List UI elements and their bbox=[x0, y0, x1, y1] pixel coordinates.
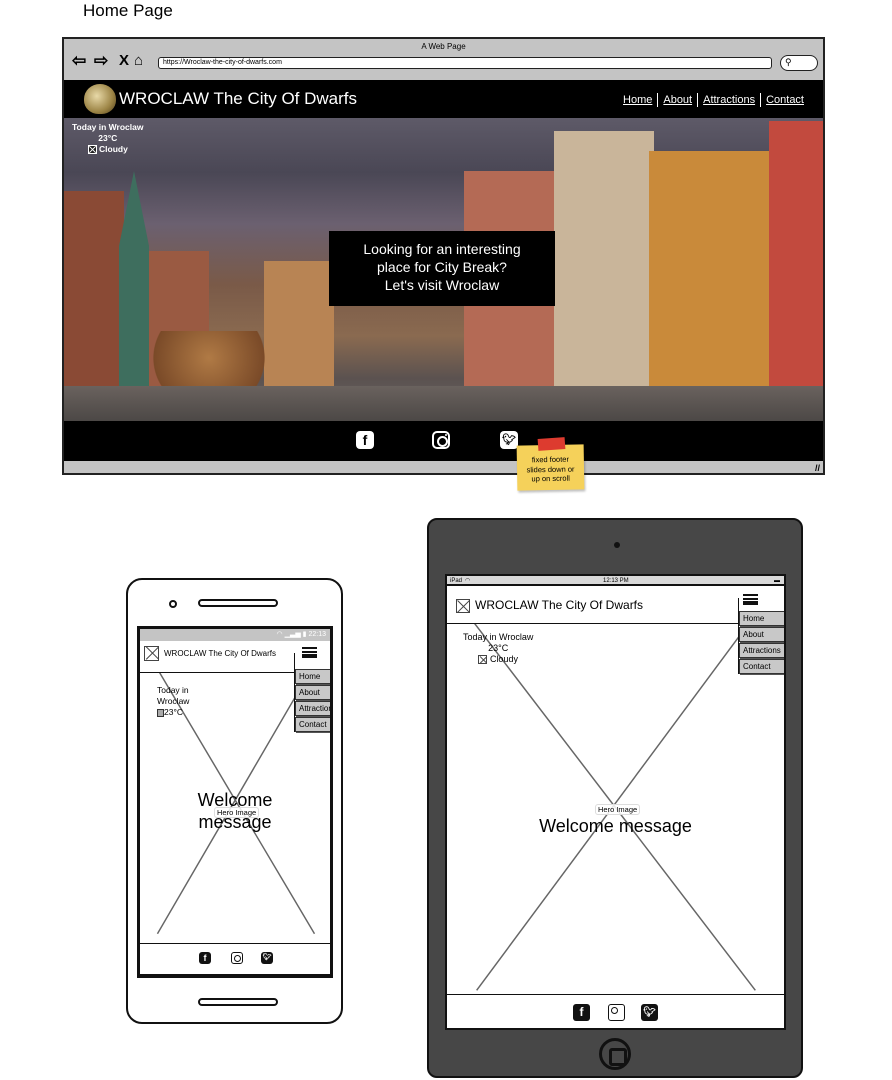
main-nav: Home About Attractions Contact bbox=[618, 93, 809, 107]
weather-heading: Today in Wroclaw bbox=[72, 122, 144, 132]
building bbox=[649, 151, 769, 421]
weather-heading: Today in Wroclaw bbox=[463, 632, 534, 642]
phone-home-button[interactable] bbox=[198, 998, 278, 1006]
dropdown-menu: Home About Attractions Contact bbox=[738, 598, 784, 674]
dropdown-menu: Home About Attractions Contact bbox=[294, 653, 330, 732]
phone-screen: ◠ ▁▃▅ ▮ 22:13 WROCLAW The City Of Dwarfs… bbox=[137, 626, 333, 978]
site-footer: f 🐦︎ bbox=[64, 421, 823, 461]
tablet-header: WROCLAW The City Of Dwarfs bbox=[447, 588, 784, 624]
page-label: Home Page bbox=[83, 1, 173, 20]
facebook-icon[interactable]: f bbox=[356, 431, 374, 449]
facebook-icon[interactable]: f bbox=[573, 1004, 590, 1021]
cta-line: Looking for an interesting bbox=[363, 241, 521, 257]
cta-line: Let's visit Wroclaw bbox=[384, 277, 500, 293]
forward-arrow-icon[interactable]: ⇨ bbox=[94, 52, 108, 69]
instagram-icon[interactable] bbox=[231, 952, 243, 964]
weather-temp: 23°C bbox=[98, 133, 118, 143]
resize-handle-icon[interactable]: // bbox=[815, 463, 820, 473]
logo[interactable] bbox=[84, 84, 116, 114]
facebook-icon[interactable]: f bbox=[199, 952, 211, 964]
site-title: WROCLAW The City Of Dwarfs bbox=[119, 89, 358, 108]
tablet-screen: iPad ◠ 12:13 PM ▬ WROCLAW The City Of Dw… bbox=[445, 574, 786, 1030]
menu-about[interactable]: About bbox=[739, 627, 784, 642]
mobile-footer: f 🐦︎ bbox=[140, 943, 330, 975]
close-x-icon[interactable]: X bbox=[119, 52, 129, 69]
hero-image-label: Hero Image bbox=[595, 804, 641, 815]
menu-contact[interactable]: Contact bbox=[739, 659, 784, 674]
nav-contact[interactable]: Contact bbox=[760, 93, 809, 107]
back-arrow-icon[interactable]: ⇦ bbox=[72, 52, 86, 69]
tablet-mockup: iPad ◠ 12:13 PM ▬ WROCLAW The City Of Dw… bbox=[427, 518, 803, 1078]
instagram-icon[interactable] bbox=[608, 1004, 625, 1021]
note-line: up on scroll bbox=[531, 473, 570, 484]
menu-attractions[interactable]: Attractions bbox=[739, 643, 784, 658]
twitter-icon[interactable]: 🐦︎ bbox=[500, 431, 518, 449]
weather-widget: Today in Wroclaw 23°C bbox=[157, 685, 189, 718]
weather-icon bbox=[157, 708, 164, 717]
weather-widget: Today in Wroclaw 23°C Cloudy bbox=[463, 632, 533, 665]
building bbox=[769, 121, 823, 421]
menu-home[interactable]: Home bbox=[295, 669, 330, 684]
site-header: WROCLAW The City Of Dwarfs Home About At… bbox=[64, 80, 823, 118]
camera-icon bbox=[614, 542, 620, 548]
menu-attractions[interactable]: Attractions bbox=[295, 701, 330, 716]
weather-condition: Cloudy bbox=[99, 144, 128, 154]
instagram-icon[interactable] bbox=[432, 431, 450, 449]
welcome-message-box: Looking for an interesting place for Cit… bbox=[329, 231, 555, 306]
cta-line: place for City Break? bbox=[377, 259, 507, 275]
logo-placeholder bbox=[456, 599, 470, 613]
twitter-icon[interactable]: 🐦︎ bbox=[261, 952, 273, 964]
welcome-message: Welcome message bbox=[539, 816, 692, 836]
weather-icon bbox=[478, 655, 488, 665]
hero-image-label: Hero Image bbox=[214, 807, 260, 818]
speaker-icon bbox=[198, 599, 278, 607]
site-title: WROCLAW The City Of Dwarfs bbox=[164, 649, 277, 658]
nav-about[interactable]: About bbox=[657, 93, 697, 107]
tablet-home-button[interactable] bbox=[599, 1038, 631, 1070]
logo-placeholder bbox=[144, 646, 159, 661]
weather-temp: 23°C bbox=[164, 707, 183, 717]
menu-home[interactable]: Home bbox=[739, 611, 784, 626]
note-line: slides down or bbox=[526, 464, 575, 474]
nav-home[interactable]: Home bbox=[618, 93, 657, 107]
weather-condition: Cloudy bbox=[489, 654, 518, 664]
window-title: A Web Page bbox=[421, 42, 466, 51]
phone-mockup: ◠ ▁▃▅ ▮ 22:13 WROCLAW The City Of Dwarfs… bbox=[126, 578, 343, 1024]
weather-temp: 23°C bbox=[488, 643, 509, 653]
nav-attractions[interactable]: Attractions bbox=[697, 93, 760, 107]
weather-heading: Today in bbox=[157, 685, 189, 695]
url-input[interactable]: https://Wroclaw-the-city-of-dwarfs.com bbox=[158, 57, 772, 69]
menu-about[interactable]: About bbox=[295, 685, 330, 700]
square-pavement bbox=[64, 386, 823, 421]
search-icon: ⚲ bbox=[785, 57, 792, 67]
weather-widget: Today in Wroclaw 23°C Cloudy bbox=[72, 122, 143, 155]
tablet-footer: f 🐦︎ bbox=[447, 994, 784, 1028]
site-title: WROCLAW The City Of Dwarfs bbox=[475, 598, 644, 612]
home-icon[interactable]: ⌂ bbox=[134, 52, 143, 69]
desktop-browser-mockup: A Web Page ⇦ ⇨ X ⌂ https://Wroclaw-the-c… bbox=[62, 37, 825, 475]
hero-image: Today in Wroclaw 23°C Cloudy Looking for… bbox=[64, 118, 823, 421]
sticky-note: fixed footer slides down or up on scroll bbox=[516, 444, 585, 491]
weather-heading: Wroclaw bbox=[157, 696, 190, 706]
weather-icon bbox=[87, 145, 97, 155]
camera-icon bbox=[169, 600, 177, 608]
building bbox=[554, 131, 654, 421]
menu-contact[interactable]: Contact bbox=[295, 717, 330, 732]
tape bbox=[537, 437, 566, 451]
search-button[interactable]: ⚲ bbox=[780, 55, 818, 71]
twitter-icon[interactable]: 🐦︎ bbox=[641, 1004, 658, 1021]
